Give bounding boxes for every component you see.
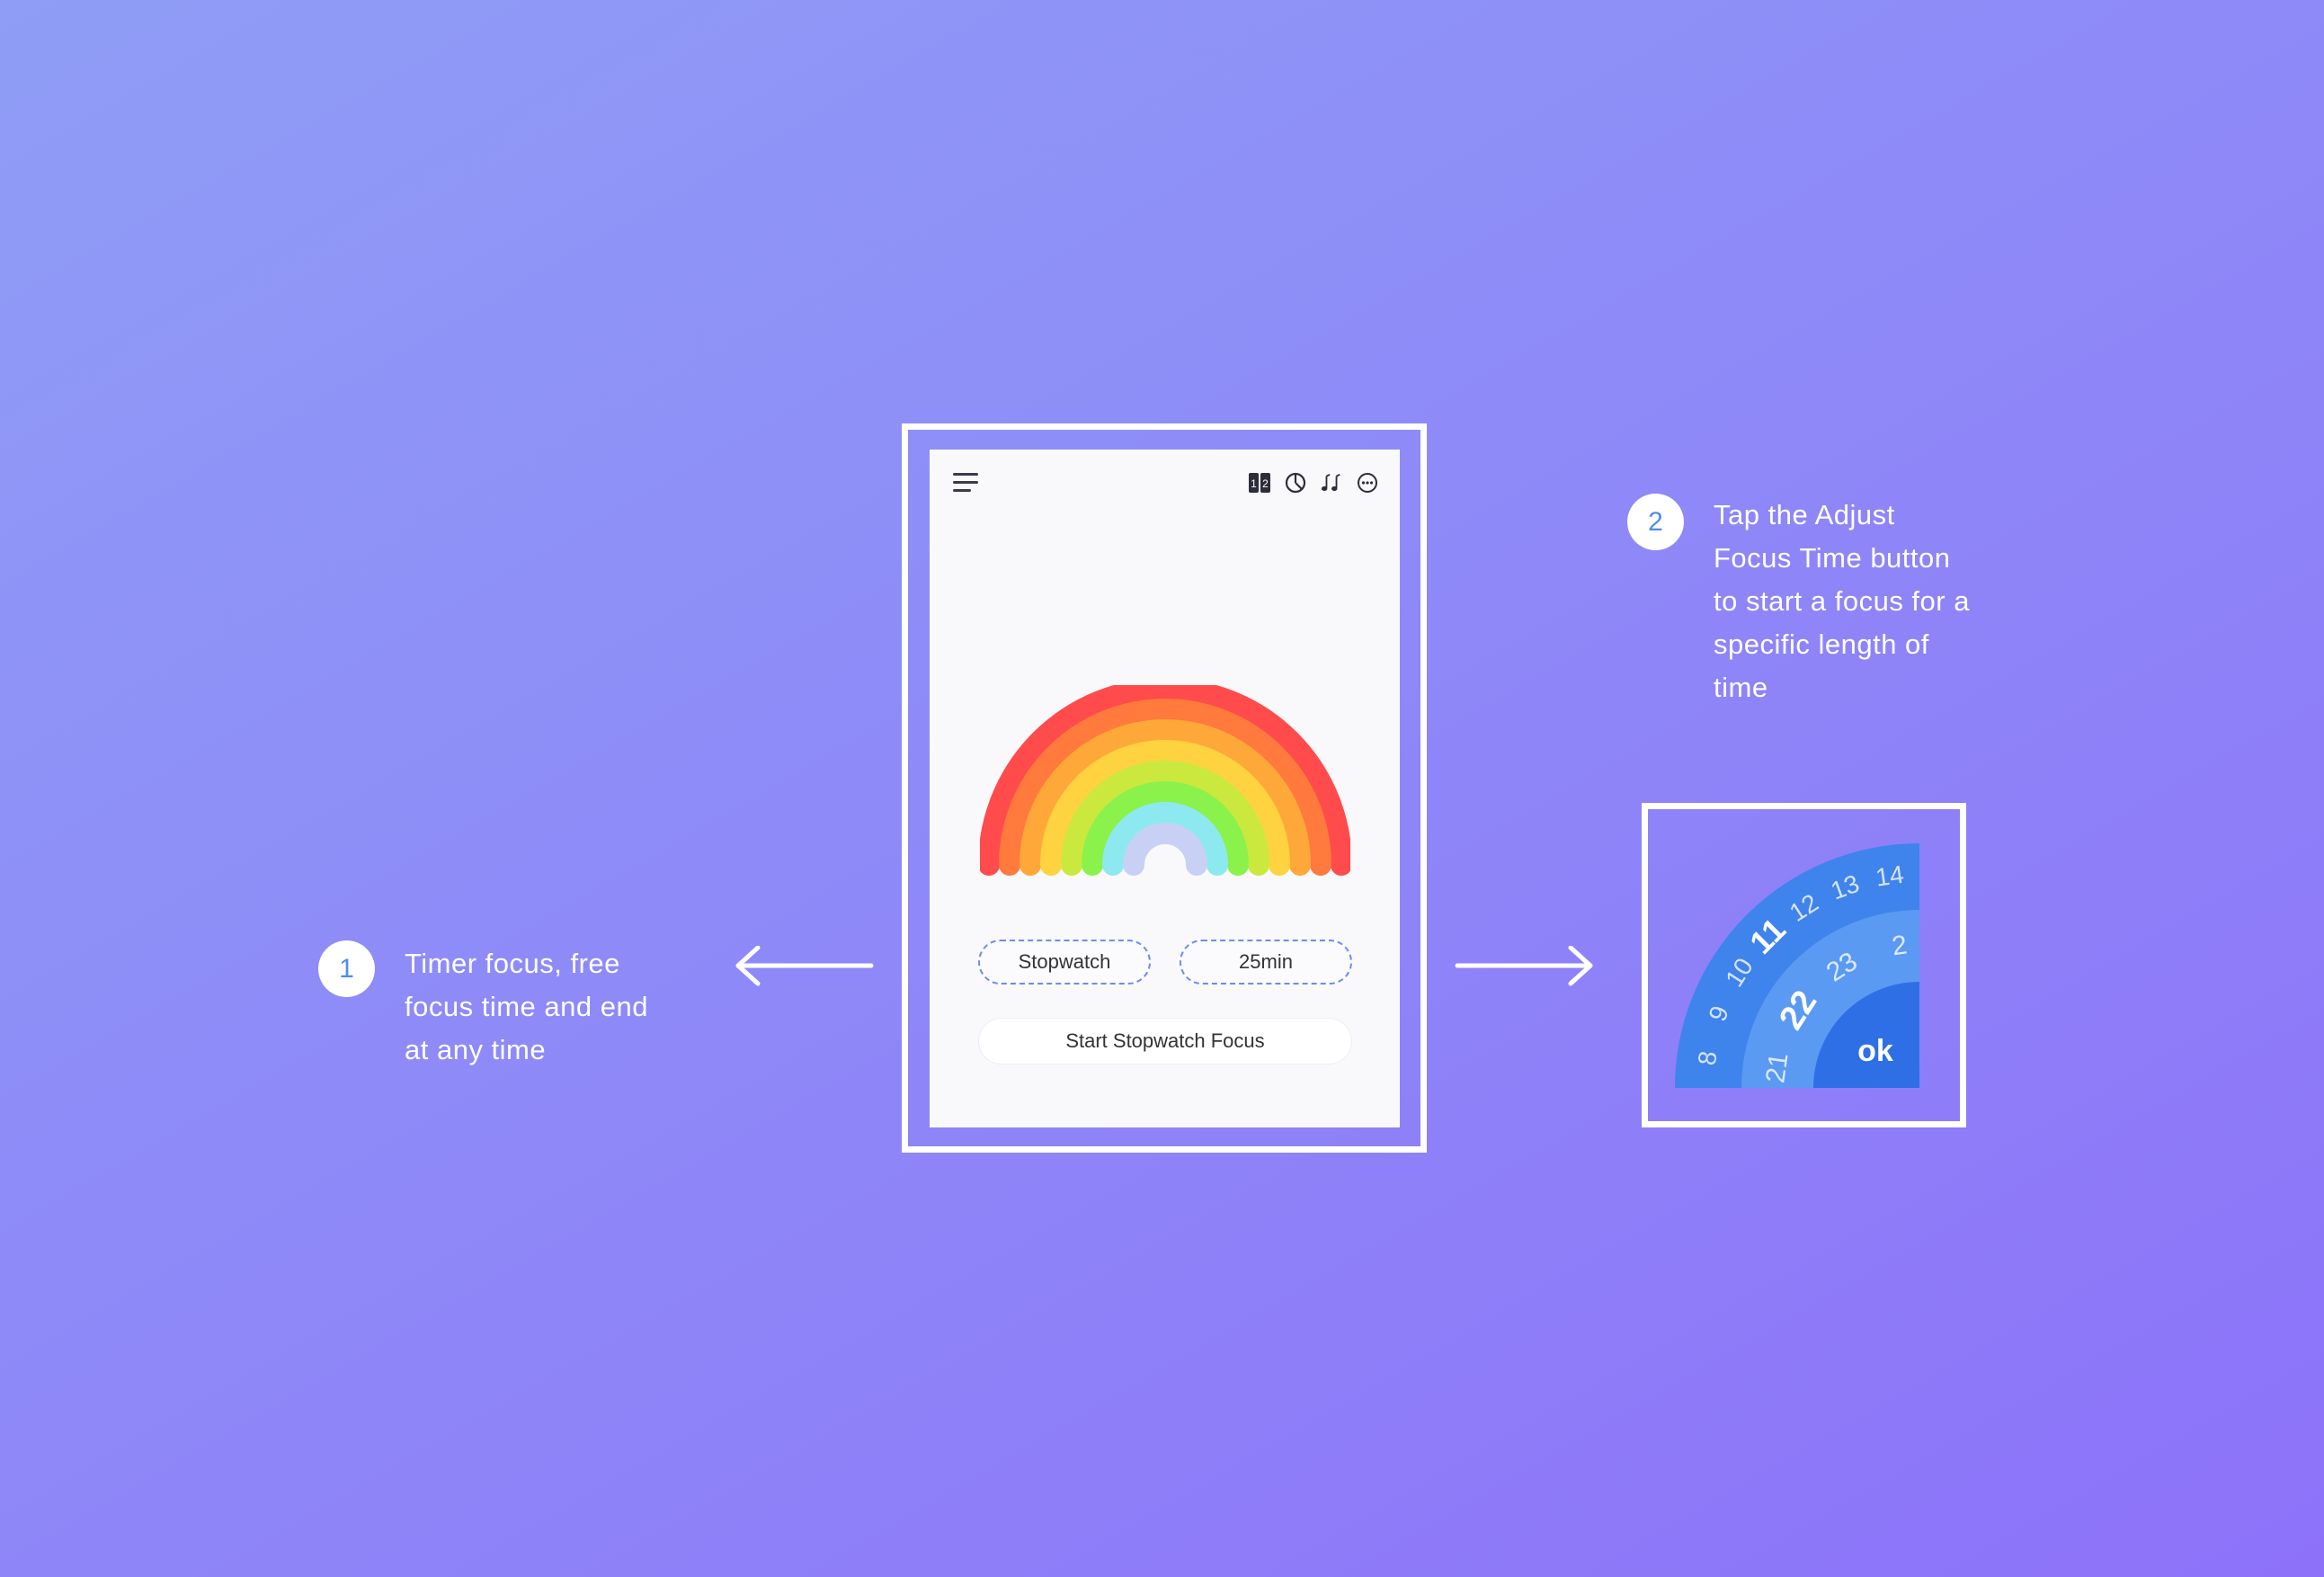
step-2-line: Tap the Adjust <box>1714 499 1895 530</box>
stopwatch-label: Stopwatch <box>1018 950 1111 973</box>
step-2-line: time <box>1714 672 1768 703</box>
pie-chart-icon[interactable] <box>1285 472 1306 494</box>
step-1-line: focus time and end <box>405 991 648 1022</box>
focus-time-dial[interactable]: 8910111213 142122232ok <box>1672 841 1919 1088</box>
right-arrow-icon <box>1455 946 1593 986</box>
step-2-line: Focus Time button <box>1714 542 1951 574</box>
start-focus-button[interactable]: Start Stopwatch Focus <box>978 1018 1352 1065</box>
phone-screen: 1 2 Stopwatch 25min Start Stopwatch Focu… <box>930 450 1400 1127</box>
step-2-line: to start a focus for a <box>1714 585 1970 617</box>
step-2-number: 2 <box>1648 506 1663 537</box>
step-1-description: Timer focus, free focus time and end at … <box>405 942 648 1072</box>
step-1-badge: 1 <box>318 940 375 997</box>
adjust-focus-time-button[interactable]: 25min <box>1180 940 1352 985</box>
stopwatch-mode-button[interactable]: Stopwatch <box>978 940 1151 985</box>
step-2-description: Tap the Adjust Focus Time button to star… <box>1714 494 1970 709</box>
menu-icon[interactable] <box>953 473 978 493</box>
step-1-number: 1 <box>339 953 354 984</box>
rainbow-band <box>1123 823 1207 876</box>
rainbow-illustration <box>980 685 1350 876</box>
flip-clock-icon[interactable]: 1 2 <box>1249 472 1270 494</box>
svg-text:2: 2 <box>1262 477 1269 490</box>
step-1-line: Timer focus, free <box>405 948 620 979</box>
left-arrow-icon <box>735 946 874 986</box>
start-focus-label: Start Stopwatch Focus <box>1065 1029 1265 1052</box>
music-icon[interactable] <box>1321 472 1342 494</box>
step-1-line: at any time <box>405 1034 547 1065</box>
dial-hour-option[interactable]: 14 <box>1874 860 1905 892</box>
step-2-badge: 2 <box>1627 494 1684 550</box>
svg-text:1: 1 <box>1251 477 1257 490</box>
header-toolbar: 1 2 <box>1249 472 1378 494</box>
more-icon[interactable] <box>1357 472 1378 494</box>
ok-label: ok <box>1857 1034 1893 1068</box>
step-2-line: specific length of <box>1714 628 1929 660</box>
duration-label: 25min <box>1239 950 1293 973</box>
dial-minute-option[interactable]: 21 <box>1760 1051 1794 1085</box>
